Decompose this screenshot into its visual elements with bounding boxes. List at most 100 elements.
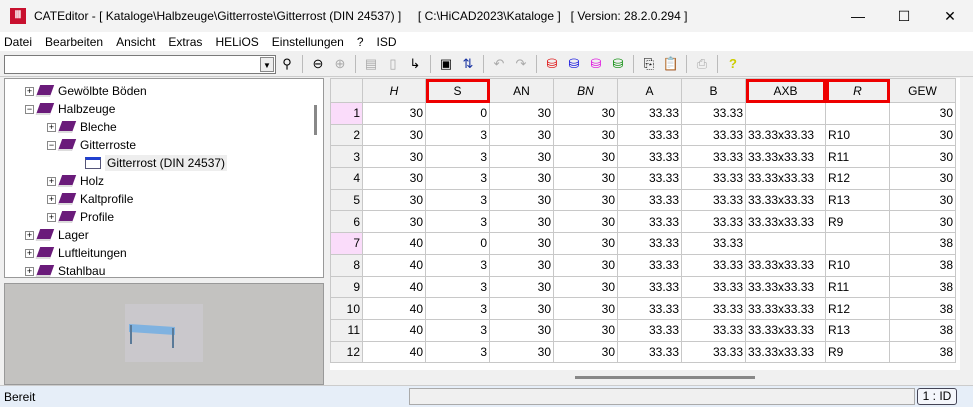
copy-icon[interactable]: ⎘ (638, 53, 660, 75)
tree-item[interactable]: + Bleche (47, 118, 117, 136)
cell-gew[interactable]: 38 (889, 232, 956, 255)
column-header-gew[interactable]: GEW (889, 78, 956, 103)
expand-icon[interactable]: + (47, 194, 56, 204)
cell-gew[interactable]: 30 (889, 188, 956, 212)
table-row[interactable]: 12 40 3 30 30 33.33 33.33 33.33x33.33 R9 38 (330, 340, 956, 364)
cell-an[interactable]: 30 (489, 275, 554, 299)
cell-an[interactable]: 30 (489, 318, 554, 342)
print-icon[interactable]: ⎙ (691, 53, 713, 75)
cell-a[interactable]: 33.33 (617, 145, 682, 169)
cell-bn[interactable]: 30 (553, 340, 618, 364)
cell-a[interactable]: 33.33 (617, 102, 682, 125)
cell-s[interactable]: 3 (425, 297, 490, 320)
cell-h[interactable]: 30 (362, 102, 426, 125)
cell-gew[interactable]: 30 (889, 102, 956, 125)
cell-s[interactable]: 3 (425, 318, 490, 342)
menu-extras[interactable]: Extras (168, 35, 202, 49)
add-column-icon[interactable]: ⛁ (563, 53, 585, 75)
cell-gew[interactable]: 38 (889, 275, 956, 299)
cell-h[interactable]: 30 (362, 188, 426, 212)
menu-helios[interactable]: HELiOS (215, 35, 258, 49)
menu-ansicht[interactable]: Ansicht (116, 35, 155, 49)
cell-r[interactable]: R10 (825, 253, 890, 277)
cell-r[interactable] (825, 232, 890, 255)
tree-item[interactable]: − Halbzeuge (25, 100, 115, 118)
row-number[interactable]: 9 (330, 275, 363, 299)
menu-einstellungen[interactable]: Einstellungen (272, 35, 344, 49)
expand-icon[interactable]: + (25, 86, 34, 96)
cell-an[interactable]: 30 (489, 340, 554, 364)
cell-an[interactable]: 30 (489, 232, 554, 255)
cell-gew[interactable]: 38 (889, 340, 956, 364)
expand-icon[interactable]: + (25, 248, 34, 258)
cell-gew[interactable]: 38 (889, 253, 956, 277)
cell-axb[interactable]: 33.33x33.33 (745, 318, 826, 342)
cell-r[interactable] (825, 102, 890, 125)
cell-b[interactable]: 33.33 (681, 123, 746, 147)
cell-r[interactable]: R12 (825, 167, 890, 190)
document-icon[interactable]: ▯ (382, 53, 404, 75)
cell-an[interactable]: 30 (489, 210, 554, 234)
row-number[interactable]: 3 (330, 145, 363, 169)
row-number[interactable]: 8 (330, 253, 363, 277)
expand-icon[interactable]: + (25, 230, 34, 240)
tree-scrollbar[interactable] (314, 105, 317, 135)
cell-s[interactable]: 3 (425, 188, 490, 212)
row-number[interactable]: 12 (330, 340, 363, 364)
cell-s[interactable]: 3 (425, 210, 490, 234)
cell-r[interactable]: R10 (825, 123, 890, 147)
cell-a[interactable]: 33.33 (617, 275, 682, 299)
cell-s[interactable]: 3 (425, 275, 490, 299)
cell-b[interactable]: 33.33 (681, 188, 746, 212)
cell-axb[interactable]: 33.33x33.33 (745, 167, 826, 190)
add-row-icon[interactable]: ⛁ (541, 53, 563, 75)
cell-an[interactable]: 30 (489, 145, 554, 169)
cell-axb[interactable]: 33.33x33.33 (745, 210, 826, 234)
paste-icon[interactable]: 📋 (660, 53, 682, 75)
cell-a[interactable]: 33.33 (617, 188, 682, 212)
column-header-s[interactable]: S (425, 78, 490, 103)
tree-item[interactable]: Gitterrost (DIN 24537) (85, 154, 228, 172)
cell-axb[interactable]: 33.33x33.33 (745, 297, 826, 320)
cell-b[interactable]: 33.33 (681, 297, 746, 320)
cell-axb[interactable] (745, 102, 826, 125)
cell-h[interactable]: 40 (362, 275, 426, 299)
cell-gew[interactable]: 30 (889, 210, 956, 234)
cell-a[interactable]: 33.33 (617, 318, 682, 342)
cell-an[interactable]: 30 (489, 188, 554, 212)
row-number[interactable]: 10 (330, 297, 363, 320)
cell-a[interactable]: 33.33 (617, 123, 682, 147)
maximize-button[interactable]: ☐ (881, 0, 927, 32)
cell-gew[interactable]: 38 (889, 318, 956, 342)
sort-icon[interactable]: ⇅ (457, 53, 479, 75)
cell-h[interactable]: 40 (362, 253, 426, 277)
cell-r[interactable]: R11 (825, 145, 890, 169)
cell-s[interactable]: 3 (425, 145, 490, 169)
minimize-button[interactable]: — (835, 0, 881, 32)
cell-an[interactable]: 30 (489, 297, 554, 320)
tree-item[interactable]: + Stahlbau (25, 262, 105, 280)
expand-icon[interactable]: + (47, 122, 56, 132)
collapse-icon[interactable]: − (25, 104, 34, 114)
cell-h[interactable]: 40 (362, 318, 426, 342)
column-header-h[interactable]: H (362, 78, 426, 103)
close-button[interactable]: ✕ (927, 0, 973, 32)
row-number[interactable]: 6 (330, 210, 363, 234)
cell-an[interactable]: 30 (489, 167, 554, 190)
insert-row-icon[interactable]: ⛁ (585, 53, 607, 75)
cell-bn[interactable]: 30 (553, 275, 618, 299)
cell-h[interactable]: 30 (362, 167, 426, 190)
back-icon[interactable]: ⊖ (307, 53, 329, 75)
cell-gew[interactable]: 38 (889, 297, 956, 320)
cell-b[interactable]: 33.33 (681, 340, 746, 364)
menu-help[interactable]: ? (357, 35, 364, 49)
tree-item[interactable]: + Kaltprofile (47, 190, 133, 208)
cell-r[interactable]: R13 (825, 318, 890, 342)
forward-icon[interactable]: ⊕ (329, 53, 351, 75)
cell-b[interactable]: 33.33 (681, 210, 746, 234)
chevron-down-icon[interactable]: ▼ (260, 56, 274, 72)
table-row[interactable]: 8 40 3 30 30 33.33 33.33 33.33x33.33 R10 38 (330, 253, 956, 277)
cell-an[interactable]: 30 (489, 123, 554, 147)
cell-axb[interactable] (745, 232, 826, 255)
tree-item[interactable]: + Luftleitungen (25, 244, 127, 262)
